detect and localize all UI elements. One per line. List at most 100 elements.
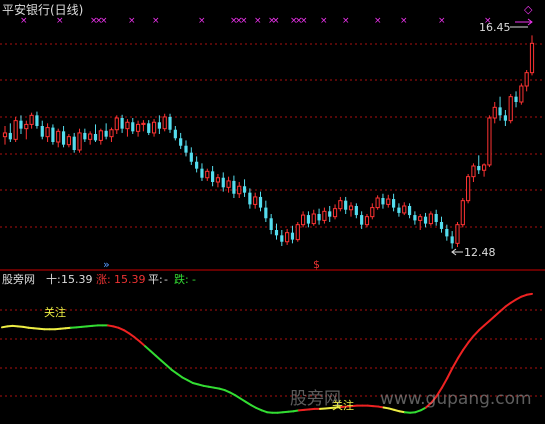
candle-up xyxy=(386,194,391,208)
candle-up xyxy=(460,198,465,228)
candle-body xyxy=(477,166,481,171)
low-price-label: 12.48 xyxy=(464,246,496,259)
candle-body xyxy=(386,198,391,205)
candle-up xyxy=(311,209,316,226)
indicator-curve-segment xyxy=(154,354,162,362)
candle-body xyxy=(285,232,290,243)
candle-down xyxy=(51,124,55,145)
candle-down xyxy=(397,203,401,217)
candle-down xyxy=(503,110,507,126)
candle-down xyxy=(200,163,204,181)
candle-up xyxy=(125,119,130,137)
candle-body xyxy=(492,106,497,119)
indicator-curve-segment xyxy=(478,324,486,332)
candle-body xyxy=(498,107,502,116)
candle-up xyxy=(524,70,529,92)
candle-body xyxy=(98,130,103,141)
candle-down xyxy=(35,111,39,129)
indicator-curve-segment xyxy=(483,319,491,327)
candle-body xyxy=(195,161,199,169)
indicator-curve-segment xyxy=(488,315,496,322)
candle-down xyxy=(477,155,481,174)
high-price-annotation: 16.45 xyxy=(479,21,528,34)
candle-body xyxy=(205,170,210,179)
candle-body xyxy=(221,177,225,188)
watermark: 股旁网 www.gupang.com xyxy=(290,389,532,409)
candle-body xyxy=(72,136,76,150)
watermark-site-name: 股旁网 xyxy=(290,389,341,409)
candle-up xyxy=(529,35,535,76)
candle-body xyxy=(471,165,476,178)
candle-up xyxy=(66,134,71,148)
signal-x-marker: × xyxy=(20,16,28,26)
candle-body xyxy=(13,120,18,140)
candle-up xyxy=(88,131,93,145)
candle-down xyxy=(360,211,364,229)
candle-down xyxy=(104,123,108,140)
candle-body xyxy=(434,214,438,222)
candle-up xyxy=(109,127,114,142)
candle-body xyxy=(503,115,507,121)
candle-body xyxy=(481,164,487,171)
signal-x-marker: × xyxy=(400,16,408,26)
candle-body xyxy=(328,211,332,217)
candle-down xyxy=(211,166,215,187)
arrow-marker-icon: » xyxy=(103,258,110,271)
candle-up xyxy=(2,126,8,145)
candle-up xyxy=(226,176,231,193)
high-price-label: 16.45 xyxy=(479,21,511,34)
candle-body xyxy=(157,122,161,129)
candle-body xyxy=(280,235,284,242)
candle-body xyxy=(274,230,279,236)
signal-x-marker: × xyxy=(438,16,446,26)
candle-body xyxy=(487,117,492,166)
candle-down xyxy=(120,114,124,133)
candle-up xyxy=(56,128,61,148)
candle-body xyxy=(290,232,295,240)
candle-body xyxy=(450,236,454,244)
candle-body xyxy=(135,123,141,132)
candle-up xyxy=(162,113,167,132)
candle-body xyxy=(40,126,44,137)
indicator-name: 股旁网 xyxy=(2,272,35,286)
candle-down xyxy=(434,209,438,226)
fall-value: - xyxy=(192,273,196,286)
candle-body xyxy=(508,96,513,122)
ten-label: 十: xyxy=(46,272,61,286)
signal-x-marker: × xyxy=(128,16,136,26)
indicator-curve-segment xyxy=(472,329,480,337)
candle-up xyxy=(237,182,242,198)
signal-x-marker: × xyxy=(320,16,328,26)
candle-body xyxy=(344,200,348,210)
candle-down xyxy=(407,203,412,219)
candle-body xyxy=(173,129,177,139)
candle-body xyxy=(364,216,370,226)
candle-down xyxy=(317,208,321,225)
candle-down xyxy=(131,118,135,134)
indicator-curve-segment xyxy=(493,310,502,317)
candle-up xyxy=(135,120,141,137)
candle-body xyxy=(428,213,433,225)
candle-body xyxy=(455,224,460,244)
candle-up xyxy=(332,204,338,220)
indicator-curve-segment xyxy=(149,349,157,357)
indicator-curve-segment xyxy=(144,345,152,352)
candle-body xyxy=(269,218,273,230)
candle-up xyxy=(508,94,513,124)
candle-down xyxy=(83,128,87,142)
candle-body xyxy=(295,224,300,241)
signal-x-marker: × xyxy=(374,16,382,26)
candle-up xyxy=(295,222,300,242)
indicator-header: 股旁网 十: 15.39 涨: 15.39 平: - 跌: - xyxy=(2,272,196,286)
indicator-curve-segment xyxy=(462,341,470,351)
signal-x-marker: × xyxy=(240,16,248,26)
candle-up xyxy=(151,119,157,137)
candle-body xyxy=(248,192,252,205)
indicator-curve-segment xyxy=(456,348,465,360)
candle-up xyxy=(348,202,354,217)
chart-title: 平安银行(日线) xyxy=(2,2,83,17)
candle-up xyxy=(418,214,423,230)
candle-body xyxy=(147,123,151,133)
signal-x-marker: × xyxy=(254,16,262,26)
candle-body xyxy=(93,134,98,141)
